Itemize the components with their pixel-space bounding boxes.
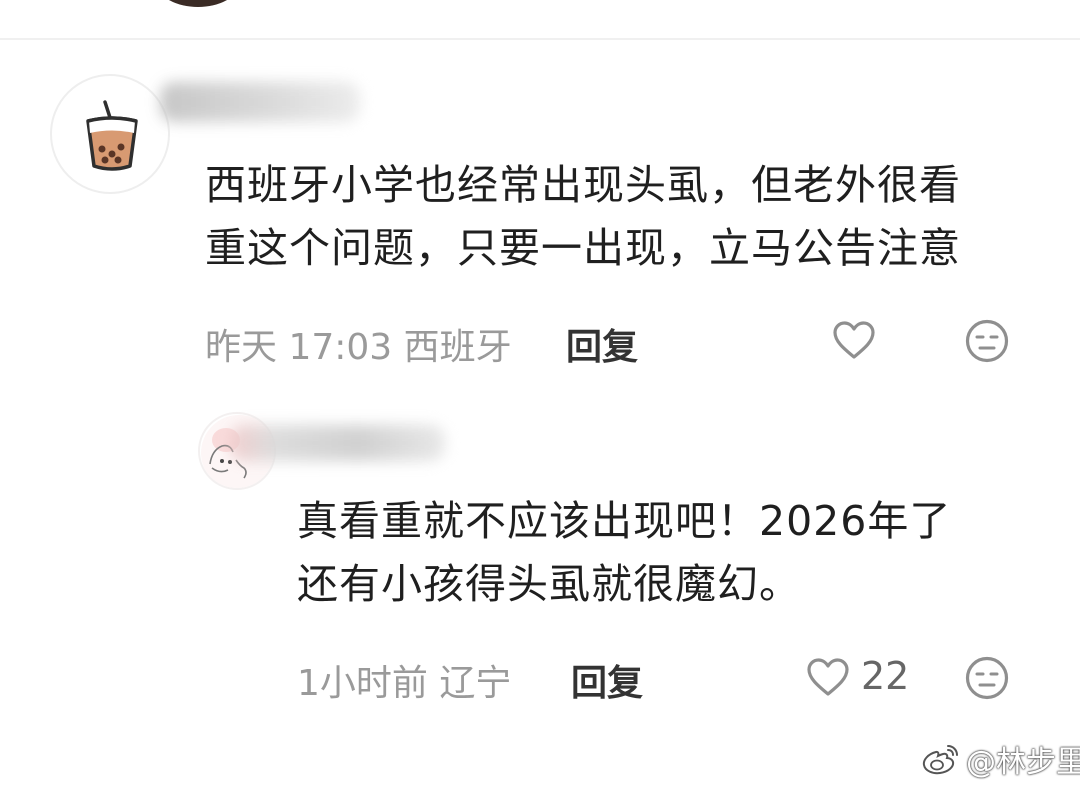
meh-face-icon[interactable]: [964, 655, 1010, 701]
watermark: @林步里: [920, 738, 1080, 780]
comment-meta: 昨天 17:03 西班牙: [205, 327, 512, 368]
watermark-text: @林步里: [966, 745, 1080, 780]
username-redacted: [160, 82, 360, 122]
reply-button[interactable]: 回复: [566, 318, 638, 370]
heart-outline-icon[interactable]: [805, 656, 851, 698]
divider: [0, 38, 1080, 40]
comment-text: 西班牙小学也经常出现头虱，但老外很看 重这个问题，只要一出现，立马公告注意: [205, 154, 961, 280]
comment-line: 真看重就不应该出现吧！2026年了: [297, 497, 952, 545]
weibo-logo-icon: [922, 745, 958, 775]
comment-line: 还有小孩得头虱就很魔幻。: [297, 560, 801, 608]
username-redacted: [230, 425, 445, 461]
reply-button[interactable]: 回复: [571, 654, 643, 706]
meh-face-icon[interactable]: [964, 318, 1010, 364]
heart-outline-icon[interactable]: [831, 319, 877, 361]
avatar[interactable]: [50, 74, 170, 194]
comment-meta: 1小时前 辽宁: [297, 663, 512, 704]
bubble-tea-icon: [86, 100, 138, 171]
comment-line: 西班牙小学也经常出现头虱，但老外很看: [205, 161, 961, 209]
comment-line: 重这个问题，只要一出现，立马公告注意: [205, 224, 961, 272]
comment-text: 真看重就不应该出现吧！2026年了 还有小孩得头虱就很魔幻。: [297, 490, 951, 616]
like-count: 22: [861, 654, 910, 698]
previous-comment-avatar[interactable]: [158, 0, 238, 7]
